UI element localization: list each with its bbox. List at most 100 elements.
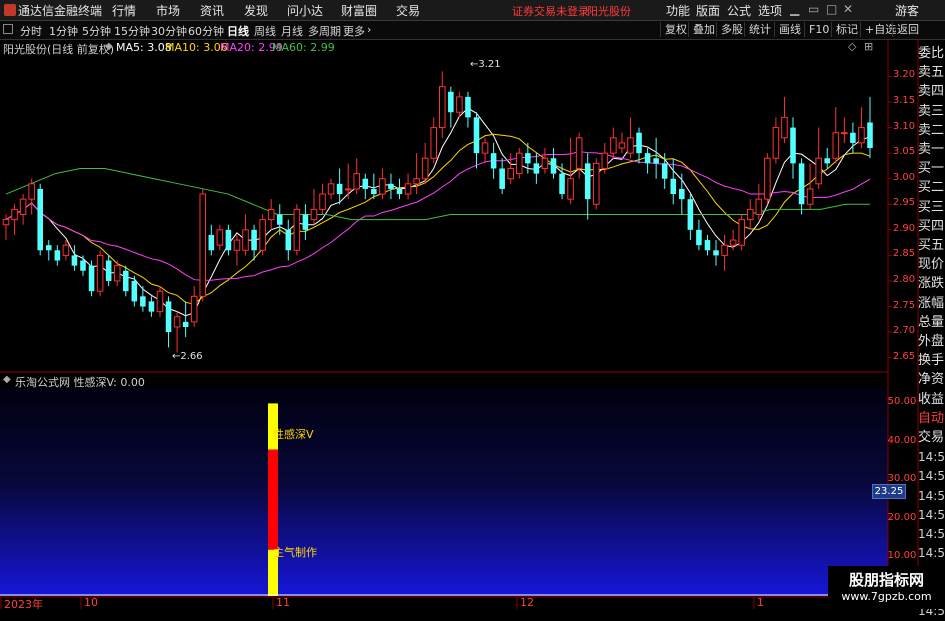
candle-up <box>404 183 412 195</box>
candle-down <box>798 163 805 205</box>
sidebar-item: 14:56 <box>918 507 945 522</box>
watermark: 股朋指标网 www.7gpzb.com <box>828 566 945 609</box>
candle-down <box>71 255 78 266</box>
indicator-label-bottom: 主气制作 <box>273 546 317 559</box>
indicator-info: ◆ 乐淘公式网 性感深V: 0.00 <box>0 373 888 389</box>
candle-down <box>696 229 702 246</box>
candle-up <box>764 157 771 200</box>
low-label: 2.66 <box>180 351 203 362</box>
candle-down <box>388 183 394 189</box>
y-tick-label: 3.20 <box>892 69 916 81</box>
candle-up <box>507 167 514 180</box>
sidebar-item: 换手 <box>918 353 945 369</box>
ma-line-ma20 <box>5 151 871 281</box>
y-tick-label: 3.00 <box>892 171 916 183</box>
candle-up <box>772 127 780 159</box>
sidebar-item: 14:56 <box>918 450 945 465</box>
candle-up <box>173 316 181 328</box>
candle-down <box>54 250 61 261</box>
candle-up <box>815 157 822 185</box>
candle-down <box>670 178 677 195</box>
candle-up <box>344 188 352 191</box>
candle-down <box>45 245 52 251</box>
y-tick-label: 2.85 <box>892 248 916 260</box>
sidebar-item: 外盘 <box>918 334 945 349</box>
y-tick-label: 2.65 <box>892 350 916 362</box>
indicator-y-tick-label: 20.00 <box>887 511 917 523</box>
sidebar-item: 卖五 <box>918 65 945 81</box>
chart-canvas <box>0 40 919 609</box>
indicator-y-tick-label: 40.00 <box>887 434 917 446</box>
candle-down <box>867 122 873 149</box>
candle-up <box>62 244 70 256</box>
candle-down <box>533 163 540 174</box>
candle-up <box>28 183 35 200</box>
sidebar-item: 交易 <box>918 430 945 445</box>
candle-up <box>113 265 121 282</box>
watermark-title: 股朋指标网 <box>848 571 924 589</box>
candle-up <box>858 127 865 144</box>
sidebar-item: 14:56 <box>918 488 945 503</box>
indicator-label-top: 性感深V <box>273 428 314 441</box>
candle-up <box>729 239 737 246</box>
candle-up <box>293 208 301 251</box>
x-tick-label: 10 <box>84 596 98 609</box>
candle-up <box>216 229 224 246</box>
indicator-title: 乐淘公式网 性感深V: 0.00 <box>15 376 145 389</box>
candle-up <box>430 127 438 159</box>
candle-down <box>559 173 565 195</box>
candle-down <box>122 270 129 292</box>
y-tick-label: 2.80 <box>892 273 916 285</box>
sidebar-item: 买五 <box>918 238 945 253</box>
indicator-y-tick-label: 50.00 <box>887 396 917 408</box>
candle-up <box>515 152 523 175</box>
candle-down <box>225 229 232 251</box>
candle-up <box>746 208 754 221</box>
candle-up <box>421 157 429 180</box>
indicator-settings-icon[interactable]: ◆ <box>3 374 11 385</box>
high-marker: ←3.21 <box>470 59 501 70</box>
candle-up <box>438 86 446 129</box>
candle-up <box>841 132 848 135</box>
candle-up <box>19 198 27 215</box>
y-tick-label: 2.70 <box>892 325 916 337</box>
candle-down <box>371 188 377 195</box>
ma-line-ma60 <box>5 167 870 221</box>
candle-up <box>456 96 463 113</box>
y-tick-label: 3.05 <box>892 146 916 158</box>
candle-down <box>80 260 86 271</box>
candle-down <box>679 188 685 200</box>
candle-down <box>473 117 480 154</box>
candle-down <box>713 250 719 256</box>
indicator-y-tick-label: 10.00 <box>887 550 917 562</box>
candle-up <box>481 142 489 154</box>
candle-up <box>627 137 634 154</box>
sidebar-item: 买一 <box>918 161 945 177</box>
candle-up <box>567 178 574 200</box>
candle-down <box>525 153 531 164</box>
candle-up <box>156 290 164 313</box>
candle-down <box>687 199 694 230</box>
candles <box>2 71 873 353</box>
candle-up <box>190 295 198 323</box>
x-tick-label: 2023年 <box>4 598 43 611</box>
candle-down <box>336 183 343 195</box>
candle-down <box>490 153 497 169</box>
candle-down <box>302 214 309 230</box>
candle-down <box>37 188 43 251</box>
candle-up <box>575 137 583 169</box>
sidebar-item: 自动 <box>918 410 945 426</box>
ma-line-ma10 <box>5 133 871 305</box>
quote-sidebar: 委比 卖五 卖四 卖三 卖二 卖一 买一 买二 买三 买四 买五 现价 涨跌 涨幅 总量 外盘 换手 净资 收益 自动… <box>918 40 945 618</box>
candle-up <box>2 219 10 226</box>
watermark-url: www.7gpzb.com <box>841 590 932 603</box>
indicator-bar-mid <box>268 449 278 550</box>
candle-down <box>165 301 172 333</box>
candle-up <box>541 157 549 169</box>
candle-down <box>661 163 668 179</box>
candle-up <box>319 193 326 210</box>
candle-up <box>610 137 617 154</box>
sidebar-item: 买三 <box>918 199 945 215</box>
candle-down <box>704 240 711 251</box>
candle-down <box>285 229 292 251</box>
